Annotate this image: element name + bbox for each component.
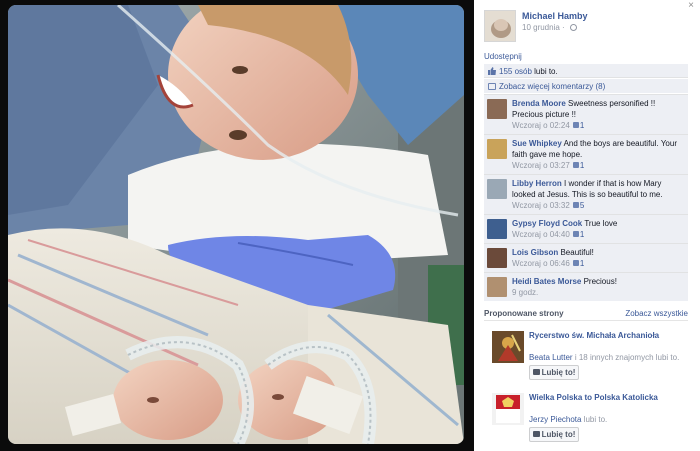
like-thumb-icon xyxy=(572,231,579,237)
globe-icon[interactable] xyxy=(569,24,577,31)
page-social-context: Beata Lutter i 18 innych znajomych lubi … xyxy=(529,353,679,362)
see-all-link[interactable]: Zobacz wszystkie xyxy=(625,309,688,318)
close-icon[interactable]: × xyxy=(686,1,696,11)
page-thumbnail xyxy=(492,331,524,363)
comment-meta: 9 godz. xyxy=(512,287,684,298)
post-date: 10 grudnia · xyxy=(522,23,577,32)
comment-time[interactable]: Wczoraj o 02:24 xyxy=(512,121,570,130)
like-thumb-icon xyxy=(572,162,579,168)
details-panel: × Michael Hamby 10 grudnia · Udostępnij … xyxy=(474,0,700,451)
commenter-name[interactable]: Lois Gibson xyxy=(512,248,558,257)
like-button-label: Lubię to! xyxy=(541,368,576,377)
comment-meta: Wczoraj o 03:32 5 xyxy=(512,200,684,211)
comment-text: True love xyxy=(582,219,618,228)
commenter-avatar[interactable] xyxy=(487,179,507,199)
comment-meta: Wczoraj o 06:46 1 xyxy=(512,258,684,269)
comment-body: Brenda Moore Sweetness personified !! Pr… xyxy=(512,98,684,120)
suggested-header: Proponowane strony Zobacz wszystkie xyxy=(484,309,688,321)
commenter-name[interactable]: Heidi Bates Morse xyxy=(512,277,581,286)
comment-body: Heidi Bates Morse Precious! xyxy=(512,276,684,287)
comment: Heidi Bates Morse Precious! 9 godz. xyxy=(484,272,688,301)
avatar-image xyxy=(485,11,515,41)
post-author: Michael Hamby 10 grudnia · xyxy=(484,10,684,44)
comment: Sue Whipkey And the boys are beautiful. … xyxy=(484,134,688,174)
comment-time[interactable]: Wczoraj o 03:27 xyxy=(512,161,570,170)
more-comments[interactable]: Zobacz więcej komentarzy (8) xyxy=(484,79,688,93)
commenter-avatar[interactable] xyxy=(487,219,507,239)
page-friend[interactable]: Jerzy Piechota xyxy=(529,415,581,424)
comment-text: Precious! xyxy=(581,277,617,286)
comment: Libby Herron I wonder if that is how Mar… xyxy=(484,174,688,214)
like-thumb-icon xyxy=(572,260,579,266)
commenter-name[interactable]: Gypsy Floyd Cook xyxy=(512,219,582,228)
date-separator: · xyxy=(562,23,565,32)
comment-meta: Wczoraj o 02:24 1 xyxy=(512,120,684,131)
likes-summary: 155 osób lubi to. xyxy=(484,64,688,78)
comment-like-count[interactable]: 5 xyxy=(580,201,584,210)
photo-image xyxy=(8,5,464,444)
page-thumbnail xyxy=(492,393,524,425)
comment: Brenda Moore Sweetness personified !! Pr… xyxy=(484,94,688,134)
page-social-rest: i 18 innych znajomych lubi to. xyxy=(572,353,680,362)
commenter-avatar[interactable] xyxy=(487,99,507,119)
comment-text: Beautiful! xyxy=(558,248,594,257)
commenter-avatar[interactable] xyxy=(487,139,507,159)
comment-meta: Wczoraj o 03:27 1 xyxy=(512,160,684,171)
commenter-avatar[interactable] xyxy=(487,277,507,297)
commenter-name[interactable]: Brenda Moore xyxy=(512,99,566,108)
comment-like-count[interactable]: 1 xyxy=(580,161,584,170)
page-social-rest: lubi to. xyxy=(581,415,608,424)
comment-body: Sue Whipkey And the boys are beautiful. … xyxy=(512,138,684,160)
comment-list: Brenda Moore Sweetness personified !! Pr… xyxy=(484,94,688,301)
page-social-context: Jerzy Piechota lubi to. xyxy=(529,415,607,424)
post-date-text[interactable]: 10 grudnia xyxy=(522,23,560,32)
comment-time[interactable]: Wczoraj o 04:40 xyxy=(512,230,570,239)
like-thumb-icon xyxy=(572,202,579,208)
comment-like-count[interactable]: 1 xyxy=(580,121,584,130)
comment: Gypsy Floyd Cook True love Wczoraj o 04:4… xyxy=(484,214,688,243)
author-avatar[interactable] xyxy=(484,10,516,42)
page-image[interactable] xyxy=(492,393,524,425)
page-friend[interactable]: Beata Lutter xyxy=(529,353,573,362)
photo-panel xyxy=(0,0,474,451)
comment-body: Gypsy Floyd Cook True love xyxy=(512,218,684,229)
photo[interactable] xyxy=(8,5,464,444)
commenter-name[interactable]: Libby Herron xyxy=(512,179,562,188)
commenter-avatar[interactable] xyxy=(487,248,507,268)
share-link[interactable]: Udostępnij xyxy=(484,52,522,61)
like-page-button[interactable]: Lubię to! xyxy=(529,365,579,380)
page-image[interactable] xyxy=(492,331,524,363)
like-thumb-icon xyxy=(532,431,540,437)
comment-time[interactable]: Wczoraj o 06:46 xyxy=(512,259,570,268)
photo-viewer: × Michael Hamby 10 grudnia · Udostępnij … xyxy=(0,0,700,451)
comment-bubble-icon xyxy=(488,83,496,90)
comment-like-count[interactable]: 1 xyxy=(580,259,584,268)
likes-suffix: lubi to. xyxy=(531,67,558,76)
like-thumb-icon xyxy=(532,369,540,375)
like-button-label: Lubię to! xyxy=(541,430,576,439)
commenter-name[interactable]: Sue Whipkey xyxy=(512,139,562,148)
comment-meta: Wczoraj o 04:40 1 xyxy=(512,229,684,240)
suggested-pages: Proponowane strony Zobacz wszystkie Ryce… xyxy=(484,309,688,442)
page-name[interactable]: Rycerstwo św. Michała Archanioła xyxy=(529,331,689,341)
comment-body: Libby Herron I wonder if that is how Mar… xyxy=(512,178,684,200)
suggested-title: Proponowane strony xyxy=(484,309,564,318)
like-page-button[interactable]: Lubię to! xyxy=(529,427,579,442)
comment-time[interactable]: 9 godz. xyxy=(512,288,538,297)
like-thumb-icon xyxy=(572,122,579,128)
suggested-page: Rycerstwo św. Michała Archanioła Beata L… xyxy=(492,331,688,389)
comment: Lois Gibson Beautiful! Wczoraj o 06:46 1 xyxy=(484,243,688,272)
page-name[interactable]: Wielka Polska to Polska Katolicka xyxy=(529,393,689,403)
comment-time[interactable]: Wczoraj o 03:32 xyxy=(512,201,570,210)
author-name[interactable]: Michael Hamby xyxy=(522,11,588,21)
like-thumb-icon xyxy=(488,67,496,75)
comment-body: Lois Gibson Beautiful! xyxy=(512,247,684,258)
likes-count[interactable]: 155 osób xyxy=(499,67,532,76)
comment-like-count[interactable]: 1 xyxy=(580,230,584,239)
suggested-page: Wielka Polska to Polska Katolicka Jerzy … xyxy=(492,393,688,451)
more-comments-label[interactable]: Zobacz więcej komentarzy (8) xyxy=(499,82,605,91)
